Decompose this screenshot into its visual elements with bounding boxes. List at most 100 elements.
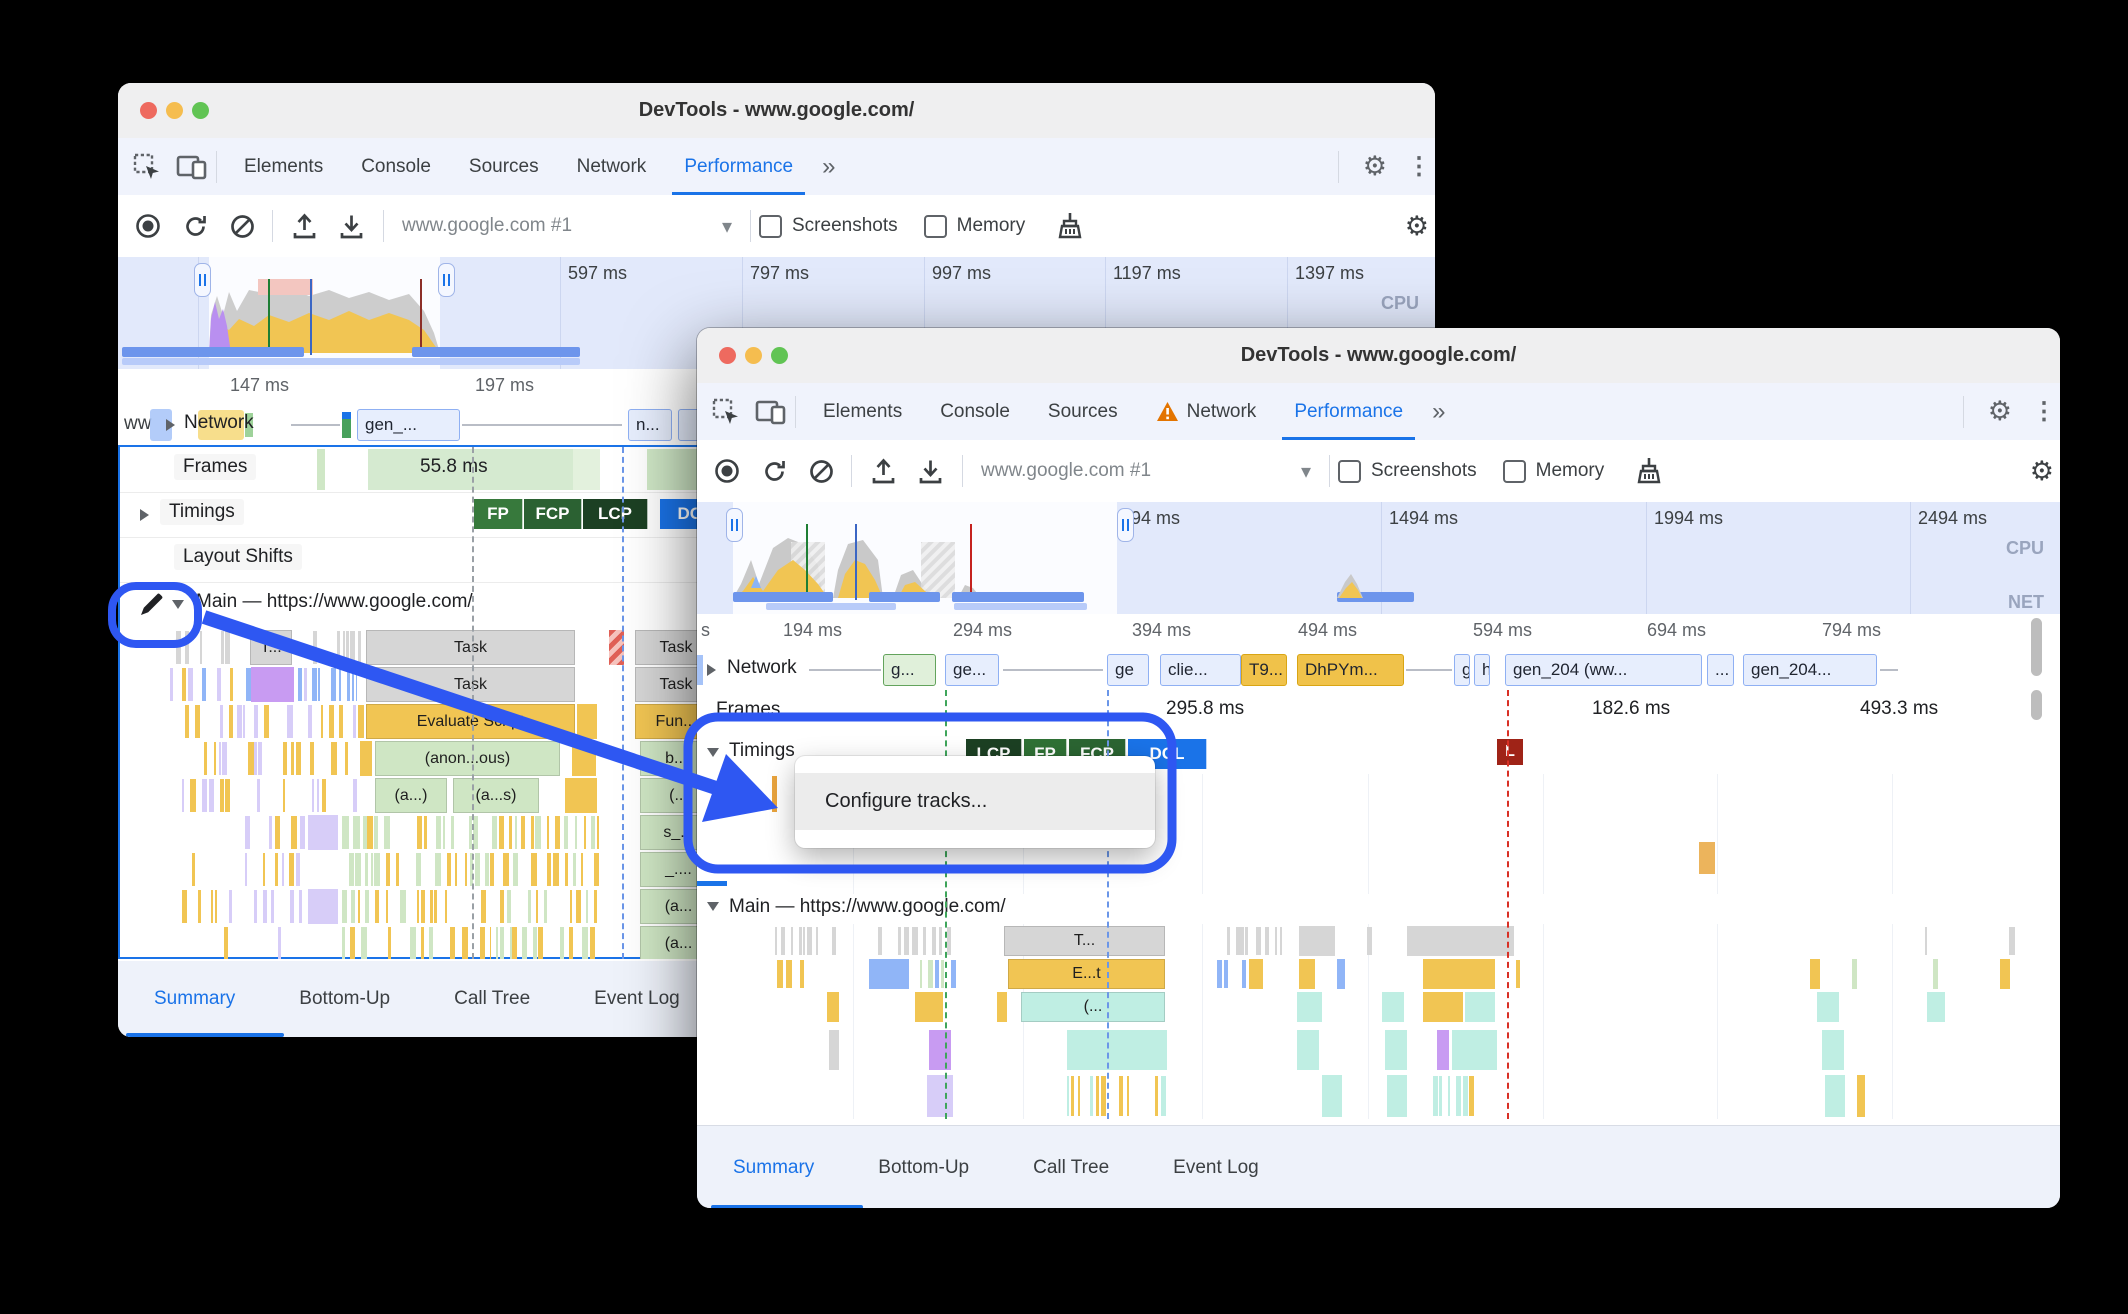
flame-stripe xyxy=(521,927,528,959)
clear-button[interactable] xyxy=(229,213,256,240)
flame-segment xyxy=(869,959,909,989)
minimize-traffic-light[interactable] xyxy=(166,102,183,119)
flame-segment xyxy=(1817,992,1839,1022)
screenshots-checkbox-row: Screenshots xyxy=(759,214,898,238)
flame-block[interactable]: Task xyxy=(366,630,575,665)
screenshot-stage: DevTools - www.google.com/ Elements Conso… xyxy=(0,0,2128,1314)
flame-stripe xyxy=(342,816,345,849)
flame-stripe xyxy=(1465,1076,1468,1116)
settings-gear-icon[interactable]: ⚙ xyxy=(1405,212,1429,240)
flame-stripe xyxy=(575,890,582,923)
flame-block[interactable]: E...t xyxy=(1008,959,1165,989)
flame-segment xyxy=(308,889,338,924)
flame-stripe xyxy=(586,890,589,923)
collapse-arrow-icon[interactable] xyxy=(140,509,149,521)
flame-stripe xyxy=(219,742,222,775)
flame-stripe xyxy=(569,890,572,923)
pencil-icon[interactable] xyxy=(138,591,165,618)
expand-arrow-icon[interactable] xyxy=(172,600,184,609)
gear-icon[interactable]: ⚙ xyxy=(1363,153,1387,180)
flame-stripe xyxy=(877,927,882,955)
selection-handle-right[interactable] xyxy=(438,263,455,297)
device-toolbar-icon[interactable] xyxy=(176,153,208,181)
flame-stripe xyxy=(790,927,794,955)
reload-and-record-button[interactable] xyxy=(182,213,209,240)
inspect-cursor-icon[interactable] xyxy=(132,152,162,182)
flame-stripe xyxy=(208,779,214,812)
bottom-tab-summary[interactable]: Summary xyxy=(154,988,235,1010)
flame-stripe xyxy=(1447,1076,1450,1116)
bottom-tab-call-tree[interactable]: Call Tree xyxy=(1033,1157,1109,1179)
flame-block[interactable]: Evaluate Script xyxy=(366,704,575,739)
flame-segment xyxy=(997,992,1007,1022)
tab-elements[interactable]: Elements xyxy=(225,138,342,195)
zoom-traffic-light[interactable] xyxy=(192,102,209,119)
main-flamechart[interactable]: T... E...t (... xyxy=(697,328,2060,1125)
network-request-pill[interactable]: n... xyxy=(628,409,672,441)
flame-stripe xyxy=(358,816,361,849)
bottom-tab-bottom-up[interactable]: Bottom-Up xyxy=(878,1157,969,1179)
flame-block[interactable]: T... xyxy=(250,630,292,665)
flame-block[interactable]: T... xyxy=(1004,926,1165,956)
flame-stripe xyxy=(777,960,783,988)
bottom-tab-summary[interactable]: Summary xyxy=(733,1157,814,1179)
scrollbar-thumb[interactable] xyxy=(2031,690,2042,720)
network-request-pill[interactable]: gen_... xyxy=(357,409,460,441)
bottom-tab-bottom-up[interactable]: Bottom-Up xyxy=(299,988,390,1010)
scrollbar-thumb[interactable] xyxy=(2031,618,2042,676)
bottom-tab-call-tree[interactable]: Call Tree xyxy=(454,988,530,1010)
flame-block[interactable]: Task xyxy=(366,667,575,702)
flame-stripe xyxy=(423,816,428,849)
screenshots-checkbox[interactable] xyxy=(759,214,782,238)
overview-event-line xyxy=(420,279,422,355)
timing-badge-fp[interactable]: FP xyxy=(474,499,523,529)
network-request-bar[interactable] xyxy=(342,412,351,438)
timing-badge-lcp[interactable]: LCP xyxy=(583,499,648,529)
flame-block[interactable]: (... xyxy=(1021,992,1165,1022)
flame-stripe xyxy=(245,853,248,886)
flame-stripe xyxy=(527,890,531,923)
record-button[interactable] xyxy=(134,212,162,240)
flame-stripe xyxy=(521,816,525,849)
flame-stripe xyxy=(1160,1076,1167,1116)
history-dropdown[interactable]: www.google.com #1 ▾ xyxy=(392,214,742,239)
flame-stripe xyxy=(339,668,341,701)
memory-checkbox[interactable] xyxy=(923,214,947,238)
selection-handle-left[interactable] xyxy=(726,508,743,542)
flame-stripe xyxy=(498,816,505,849)
bottom-tab-event-log[interactable]: Event Log xyxy=(594,988,680,1010)
kebab-menu-icon[interactable]: ⋮ xyxy=(1407,154,1431,179)
save-profile-button[interactable] xyxy=(338,212,365,240)
tab-performance[interactable]: Performance xyxy=(665,138,812,195)
flame-stripe xyxy=(544,890,547,923)
more-tabs-chevron-icon[interactable]: » xyxy=(822,154,835,179)
close-traffic-light[interactable] xyxy=(140,102,157,119)
context-menu: Configure tracks... xyxy=(795,756,1155,848)
bottom-tab-event-log[interactable]: Event Log xyxy=(1173,1157,1259,1179)
flame-stripe xyxy=(1096,1076,1099,1116)
flame-stripe xyxy=(399,890,406,923)
flame-stripe xyxy=(919,960,922,988)
flame-stripe xyxy=(420,890,425,923)
timing-badge-fcp[interactable]: FCP xyxy=(524,499,582,529)
tab-sources[interactable]: Sources xyxy=(450,138,558,195)
selection-handle-left[interactable] xyxy=(194,263,211,297)
flame-stripe xyxy=(194,705,200,738)
selection-handle-right[interactable] xyxy=(1117,508,1134,542)
collapse-arrow-icon[interactable] xyxy=(166,419,175,431)
flame-block[interactable]: (a...s) xyxy=(453,778,539,813)
flame-stripe xyxy=(1089,1076,1094,1116)
flame-stripe xyxy=(951,960,956,988)
load-profile-button[interactable] xyxy=(291,212,318,240)
flame-stripe xyxy=(374,890,380,923)
tab-console[interactable]: Console xyxy=(342,138,450,195)
flame-segment xyxy=(1810,959,1820,989)
flame-block[interactable]: (a...) xyxy=(375,778,447,813)
tab-network[interactable]: Network xyxy=(558,138,666,195)
collect-garbage-icon[interactable] xyxy=(1055,211,1083,241)
flame-stripe xyxy=(593,890,598,923)
menu-item-configure-tracks[interactable]: Configure tracks... xyxy=(795,773,1155,830)
flame-block[interactable]: (anon...ous) xyxy=(375,741,560,776)
separator xyxy=(383,210,384,242)
flame-stripe xyxy=(464,853,467,886)
